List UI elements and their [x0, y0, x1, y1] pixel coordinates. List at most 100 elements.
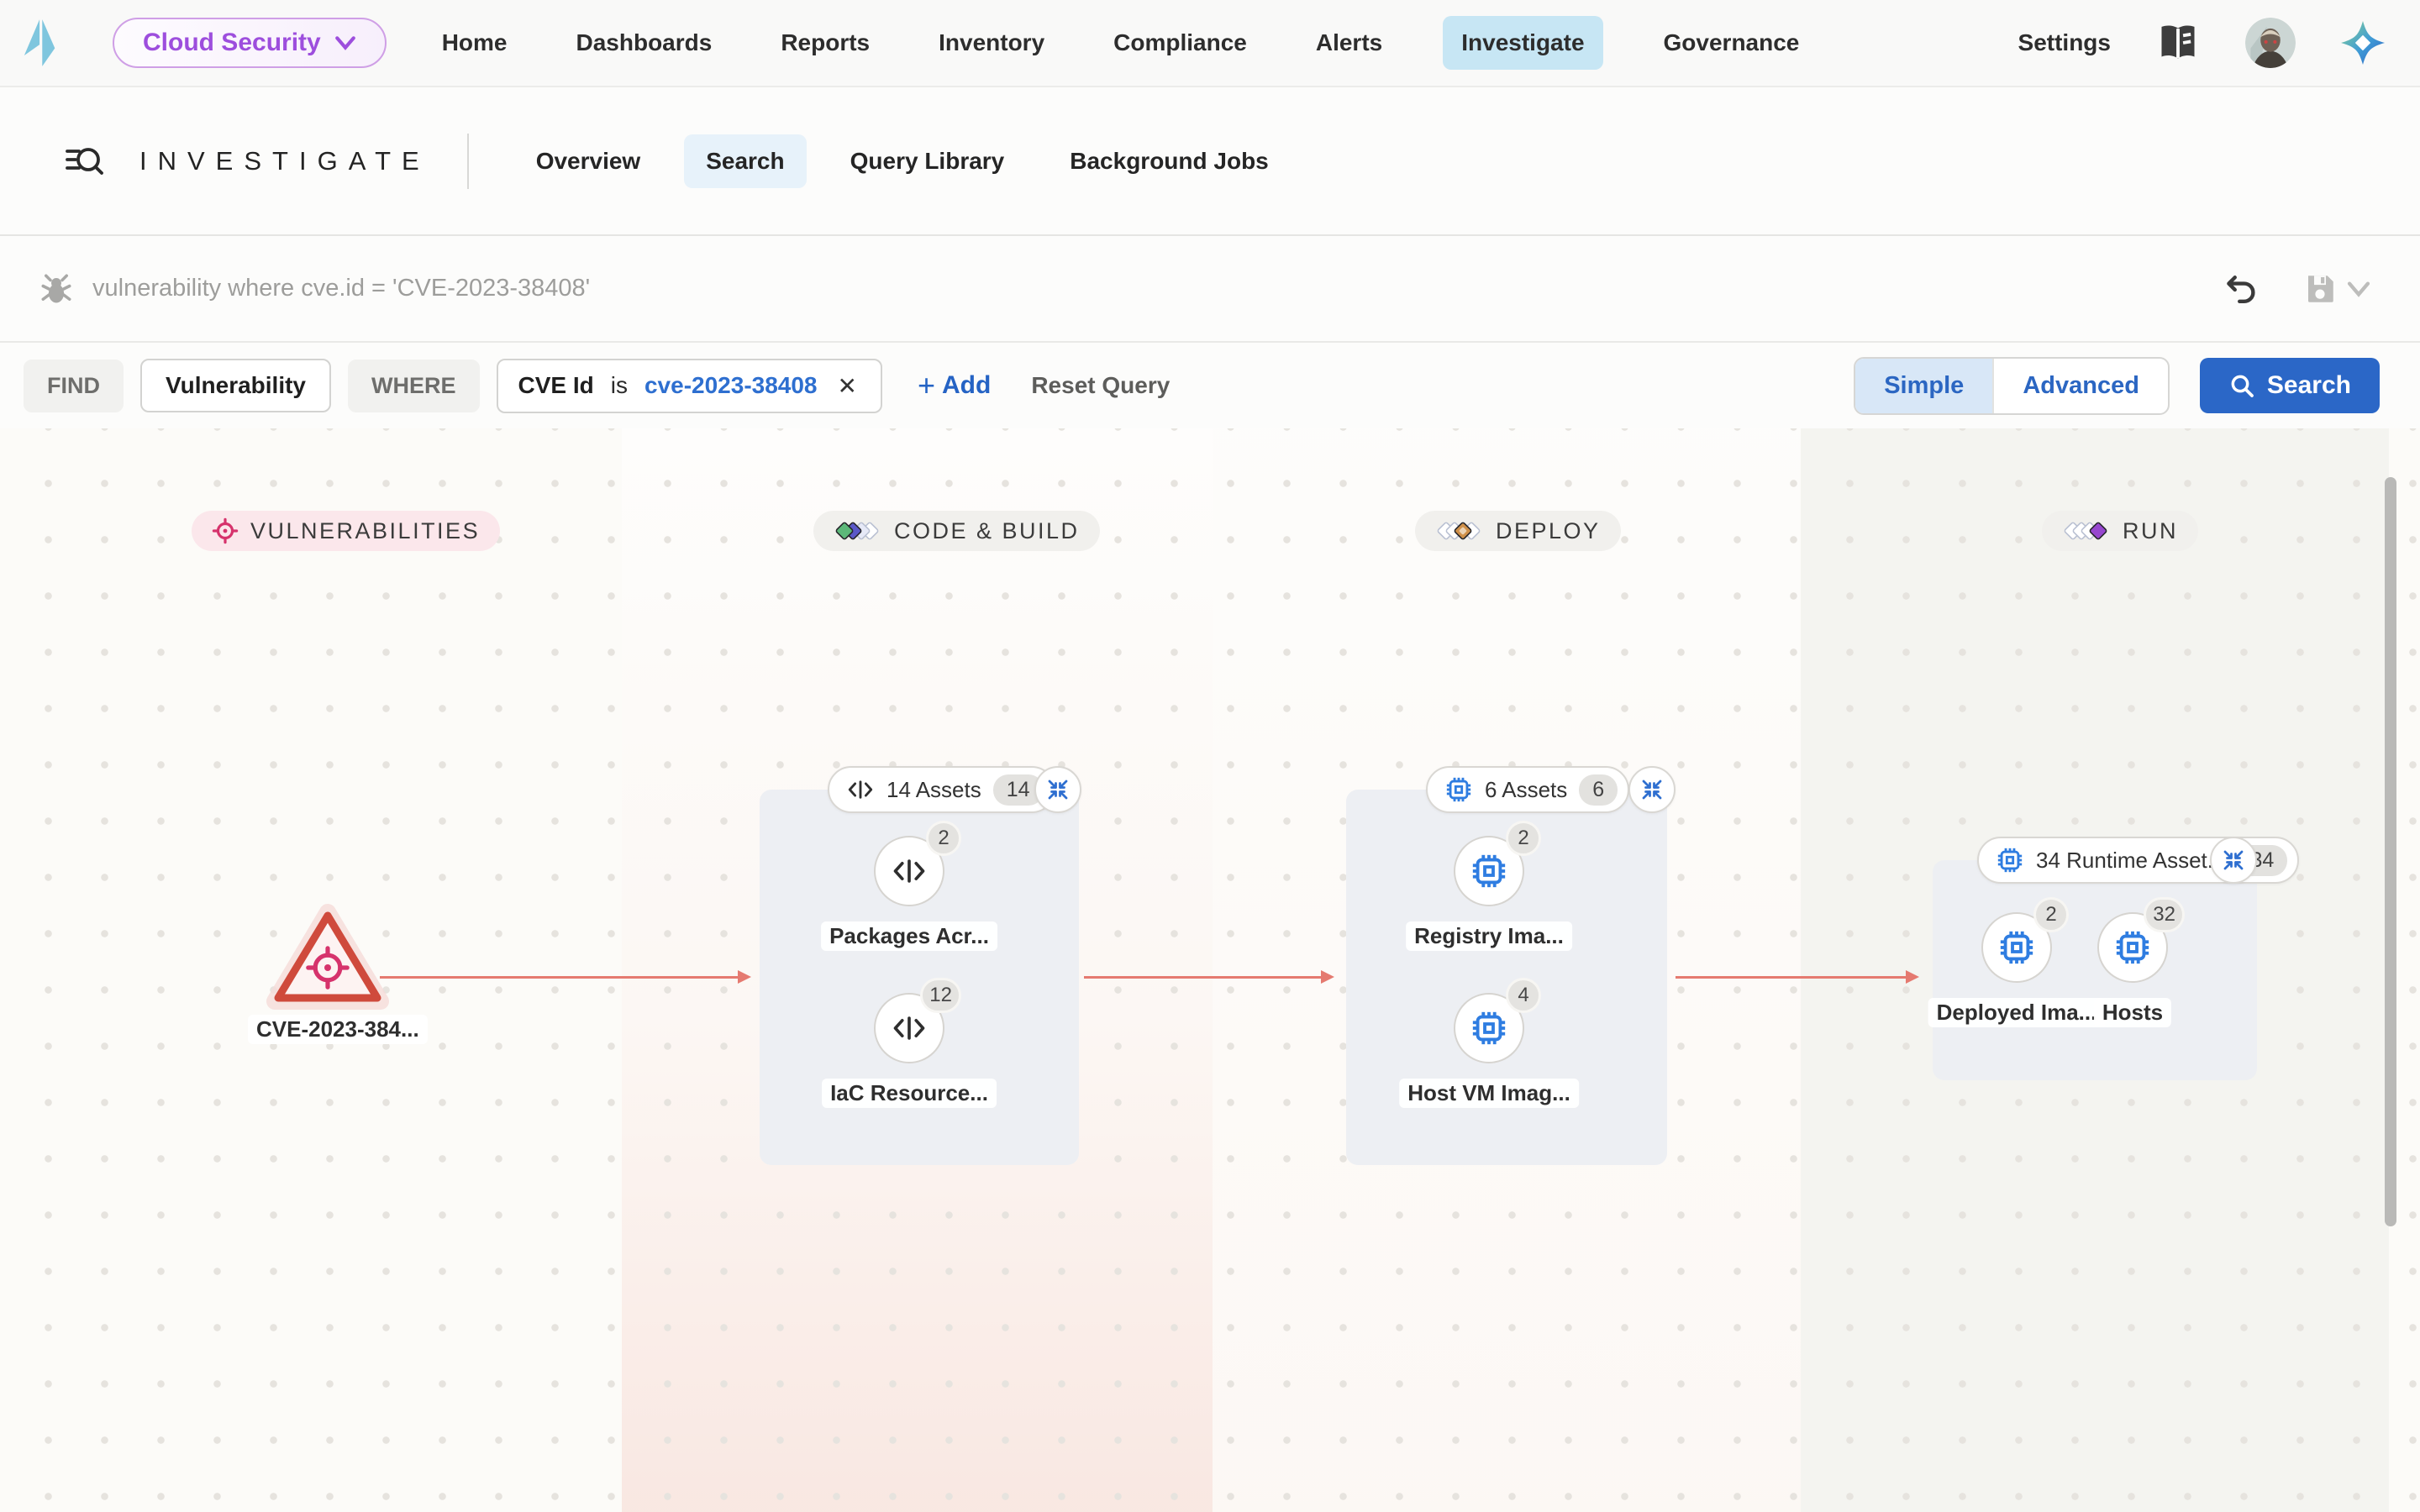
node-count-badge: 12: [920, 978, 961, 1013]
code-icon: [891, 853, 928, 890]
lifecycle-diamonds-icon: [1435, 517, 1484, 545]
search-icon: [2228, 372, 2255, 399]
nav-item-compliance[interactable]: Compliance: [1105, 16, 1255, 70]
attack-path-canvas: VULNERABILITIES CODE & BUILD: [0, 428, 2420, 1512]
brand-logo-icon[interactable]: [20, 18, 57, 68]
collapse-group-button[interactable]: [1628, 766, 1676, 813]
tab-query-library[interactable]: Query Library: [829, 134, 1027, 188]
vulnerability-triangle-icon: [265, 904, 391, 1011]
edge-vuln-to-code: [380, 976, 739, 979]
column-header-code-build: CODE & BUILD: [813, 511, 1100, 551]
column-header-vulnerabilities: VULNERABILITIES: [192, 511, 500, 551]
node-count-badge: 32: [2144, 897, 2185, 932]
docs-book-icon[interactable]: [2154, 19, 2202, 66]
search-button-label: Search: [2267, 371, 2351, 400]
builder-right-controls: Simple Advanced Search: [1854, 357, 2396, 415]
nav-item-home[interactable]: Home: [434, 16, 516, 70]
chip-icon: [2113, 928, 2152, 967]
vulnerability-node[interactable]: CVE-2023-384...: [248, 904, 408, 1044]
ai-assistant-icon[interactable]: [2339, 19, 2386, 66]
group-pill-code-build[interactable]: 14 Assets 14: [828, 766, 1055, 813]
crosshair-icon: [212, 517, 239, 544]
condition-chip[interactable]: CVE Id is cve-2023-38408 ✕: [497, 359, 882, 413]
bug-icon: [39, 271, 74, 307]
save-icon[interactable]: [2302, 271, 2338, 307]
plus-icon: +: [918, 373, 935, 398]
node-iac-resources[interactable]: 12 IaC Resource...: [874, 993, 944, 1063]
node-label: Host VM Imag...: [1399, 1079, 1579, 1108]
nav-item-alerts[interactable]: Alerts: [1307, 16, 1391, 70]
node-packages[interactable]: 2 Packages Acr...: [874, 836, 944, 906]
node-count-badge: 2: [2033, 897, 2069, 932]
save-query-control[interactable]: [2302, 271, 2371, 307]
column-label: VULNERABILITIES: [250, 518, 480, 544]
mode-simple[interactable]: Simple: [1855, 359, 1992, 413]
top-nav: Cloud Security Home Dashboards Reports I…: [0, 0, 2420, 87]
collapse-group-button[interactable]: [2210, 837, 2257, 884]
chip-icon: [1996, 846, 2024, 874]
reset-query-button[interactable]: Reset Query: [1031, 372, 1170, 399]
where-keyword-pill[interactable]: WHERE: [348, 360, 480, 412]
edge-deploy-to-run: [1676, 976, 1907, 979]
condition-operator: is: [611, 372, 628, 399]
mode-advanced[interactable]: Advanced: [1992, 359, 2168, 413]
lifecycle-diamonds-icon: [834, 517, 882, 545]
group-pill-deploy[interactable]: 6 Assets 6: [1426, 766, 1629, 813]
tab-search[interactable]: Search: [684, 134, 806, 188]
column-header-run: RUN: [2042, 511, 2198, 551]
undo-icon[interactable]: [2223, 270, 2260, 307]
add-condition-button[interactable]: + Add: [918, 371, 991, 400]
node-label: IaC Resource...: [822, 1079, 997, 1108]
nav-item-governance[interactable]: Governance: [1655, 16, 1808, 70]
remove-condition-icon[interactable]: ✕: [834, 372, 860, 400]
node-registry-images[interactable]: 2 Registry Ima...: [1454, 836, 1524, 906]
add-condition-label: Add: [942, 371, 991, 400]
divider: [467, 134, 469, 189]
tab-overview[interactable]: Overview: [514, 134, 663, 188]
collapse-group-button[interactable]: [1034, 766, 1081, 813]
tab-background-jobs[interactable]: Background Jobs: [1048, 134, 1290, 188]
vulnerability-node-label: CVE-2023-384...: [248, 1015, 428, 1044]
user-avatar[interactable]: [2245, 18, 2296, 68]
query-text[interactable]: vulnerability where cve.id = 'CVE-2023-3…: [92, 275, 590, 302]
investigate-tabs: Overview Search Query Library Background…: [514, 134, 1291, 188]
investigate-search-icon: [64, 141, 104, 181]
column-label: DEPLOY: [1496, 518, 1601, 544]
page-title: INVESTIGATE: [139, 146, 430, 176]
nav-item-investigate[interactable]: Investigate: [1443, 16, 1602, 70]
condition-field: CVE Id: [518, 372, 594, 399]
save-menu-chevron-icon[interactable]: [2346, 281, 2371, 297]
lifecycle-diamonds-icon: [2062, 517, 2111, 545]
mode-toggle: Simple Advanced: [1854, 357, 2170, 415]
main-nav: Home Dashboards Reports Inventory Compli…: [434, 16, 1808, 70]
query-actions: [2223, 270, 2381, 307]
find-keyword-pill[interactable]: FIND: [24, 360, 124, 412]
node-label: Hosts: [2094, 998, 2171, 1027]
node-host-vm-images[interactable]: 4 Host VM Imag...: [1454, 993, 1524, 1063]
chip-icon: [1997, 928, 2036, 967]
group-pill-label: 14 Assets: [886, 777, 981, 803]
search-button[interactable]: Search: [2200, 358, 2380, 413]
chip-icon: [1470, 1009, 1508, 1047]
entity-pill[interactable]: Vulnerability: [140, 359, 331, 412]
chip-icon: [1444, 775, 1473, 804]
column-header-deploy: DEPLOY: [1415, 511, 1621, 551]
node-deployed-images[interactable]: 2 Deployed Ima...: [1981, 912, 2052, 983]
query-builder: FIND Vulnerability WHERE CVE Id is cve-2…: [0, 343, 2420, 428]
nav-item-reports[interactable]: Reports: [772, 16, 878, 70]
column-label: RUN: [2123, 518, 2178, 544]
nav-item-inventory[interactable]: Inventory: [930, 16, 1053, 70]
group-count-badge: 6: [1579, 774, 1618, 806]
vertical-scrollbar[interactable]: [2385, 477, 2396, 1226]
column-label: CODE & BUILD: [894, 518, 1080, 544]
query-summary-bar: vulnerability where cve.id = 'CVE-2023-3…: [0, 236, 2420, 343]
node-label: Registry Ima...: [1406, 921, 1572, 951]
node-count-badge: 4: [1506, 978, 1541, 1013]
node-hosts[interactable]: 32 Hosts: [2097, 912, 2168, 983]
product-switcher[interactable]: Cloud Security: [113, 18, 387, 68]
code-icon: [846, 775, 875, 804]
settings-link[interactable]: Settings: [2018, 29, 2111, 56]
condition-value: cve-2023-38408: [644, 372, 818, 399]
nav-item-dashboards[interactable]: Dashboards: [568, 16, 721, 70]
node-label: Packages Acr...: [821, 921, 997, 951]
